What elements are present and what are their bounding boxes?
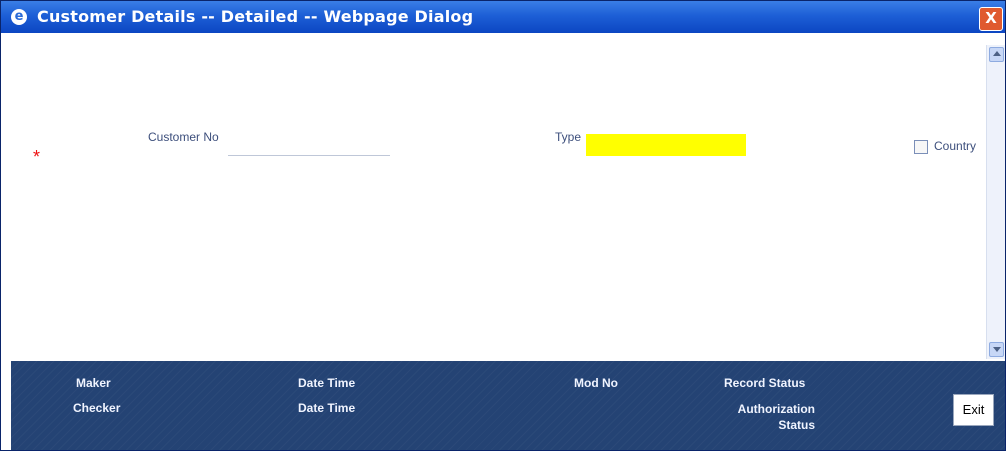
form-area: * Customer No Type Country	[11, 33, 985, 361]
country-checkbox[interactable]	[914, 140, 928, 154]
required-marker: *	[33, 147, 41, 167]
browser-icon: e	[11, 9, 27, 25]
close-button[interactable]: X	[979, 7, 1003, 31]
authorization-status-label: Authorization Status	[730, 401, 815, 433]
country-label: Country	[934, 139, 977, 153]
vertical-scrollbar[interactable]	[986, 45, 1005, 359]
close-icon: X	[985, 9, 997, 27]
authorization-label-line1: Authorization	[737, 402, 815, 416]
mod-no-label: Mod No	[574, 376, 618, 390]
scroll-up-icon[interactable]	[989, 47, 1004, 62]
maker-label: Maker	[76, 376, 111, 390]
type-field[interactable]	[586, 134, 746, 156]
customer-no-input[interactable]	[228, 131, 390, 156]
authorization-label-line2: Status	[778, 418, 815, 432]
audit-footer: Maker Checker Date Time Date Time Mod No…	[11, 361, 1005, 450]
record-status-label: Record Status	[724, 376, 806, 390]
maker-date-time-label: Date Time	[298, 376, 356, 390]
scroll-down-icon[interactable]	[989, 342, 1004, 357]
dialog-window: e Customer Details -- Detailed -- Webpag…	[0, 0, 1006, 451]
checker-date-time-label: Date Time	[298, 401, 356, 415]
type-label: Type	[555, 130, 582, 144]
window-title: Customer Details -- Detailed -- Webpage …	[37, 7, 474, 26]
title-bar[interactable]: e Customer Details -- Detailed -- Webpag…	[1, 1, 1005, 33]
customer-no-label: Customer No	[148, 130, 219, 144]
exit-button[interactable]: Exit	[953, 394, 994, 426]
checker-label: Checker	[73, 401, 121, 415]
